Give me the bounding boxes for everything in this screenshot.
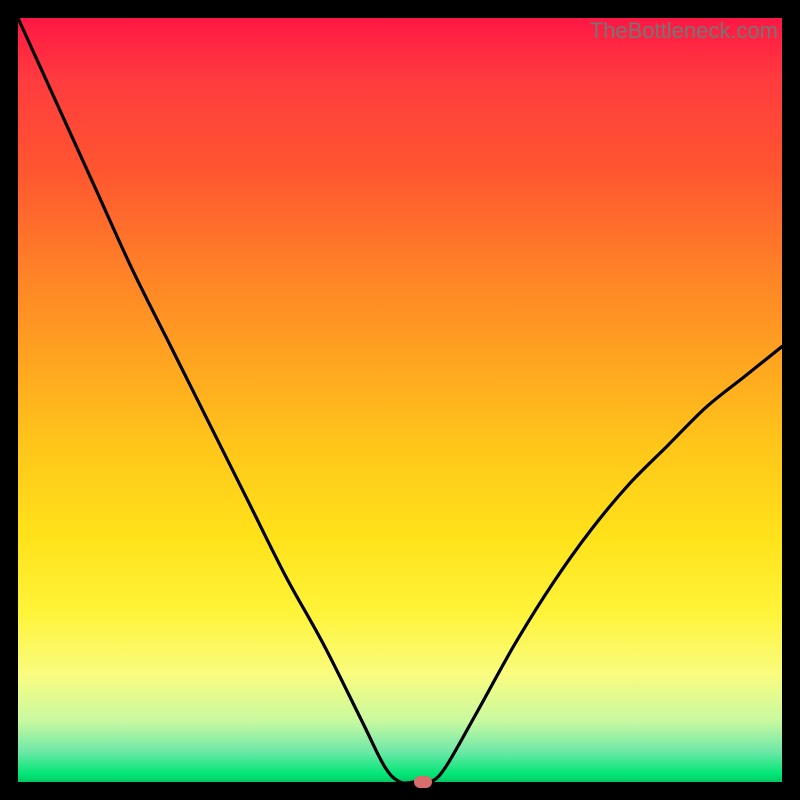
bottleneck-curve bbox=[18, 18, 782, 782]
watermark-text: TheBottleneck.com bbox=[590, 18, 778, 44]
curve-svg bbox=[18, 18, 782, 782]
optimal-point-marker bbox=[414, 776, 432, 788]
chart-container: TheBottleneck.com bbox=[0, 0, 800, 800]
plot-area: TheBottleneck.com bbox=[18, 18, 782, 782]
